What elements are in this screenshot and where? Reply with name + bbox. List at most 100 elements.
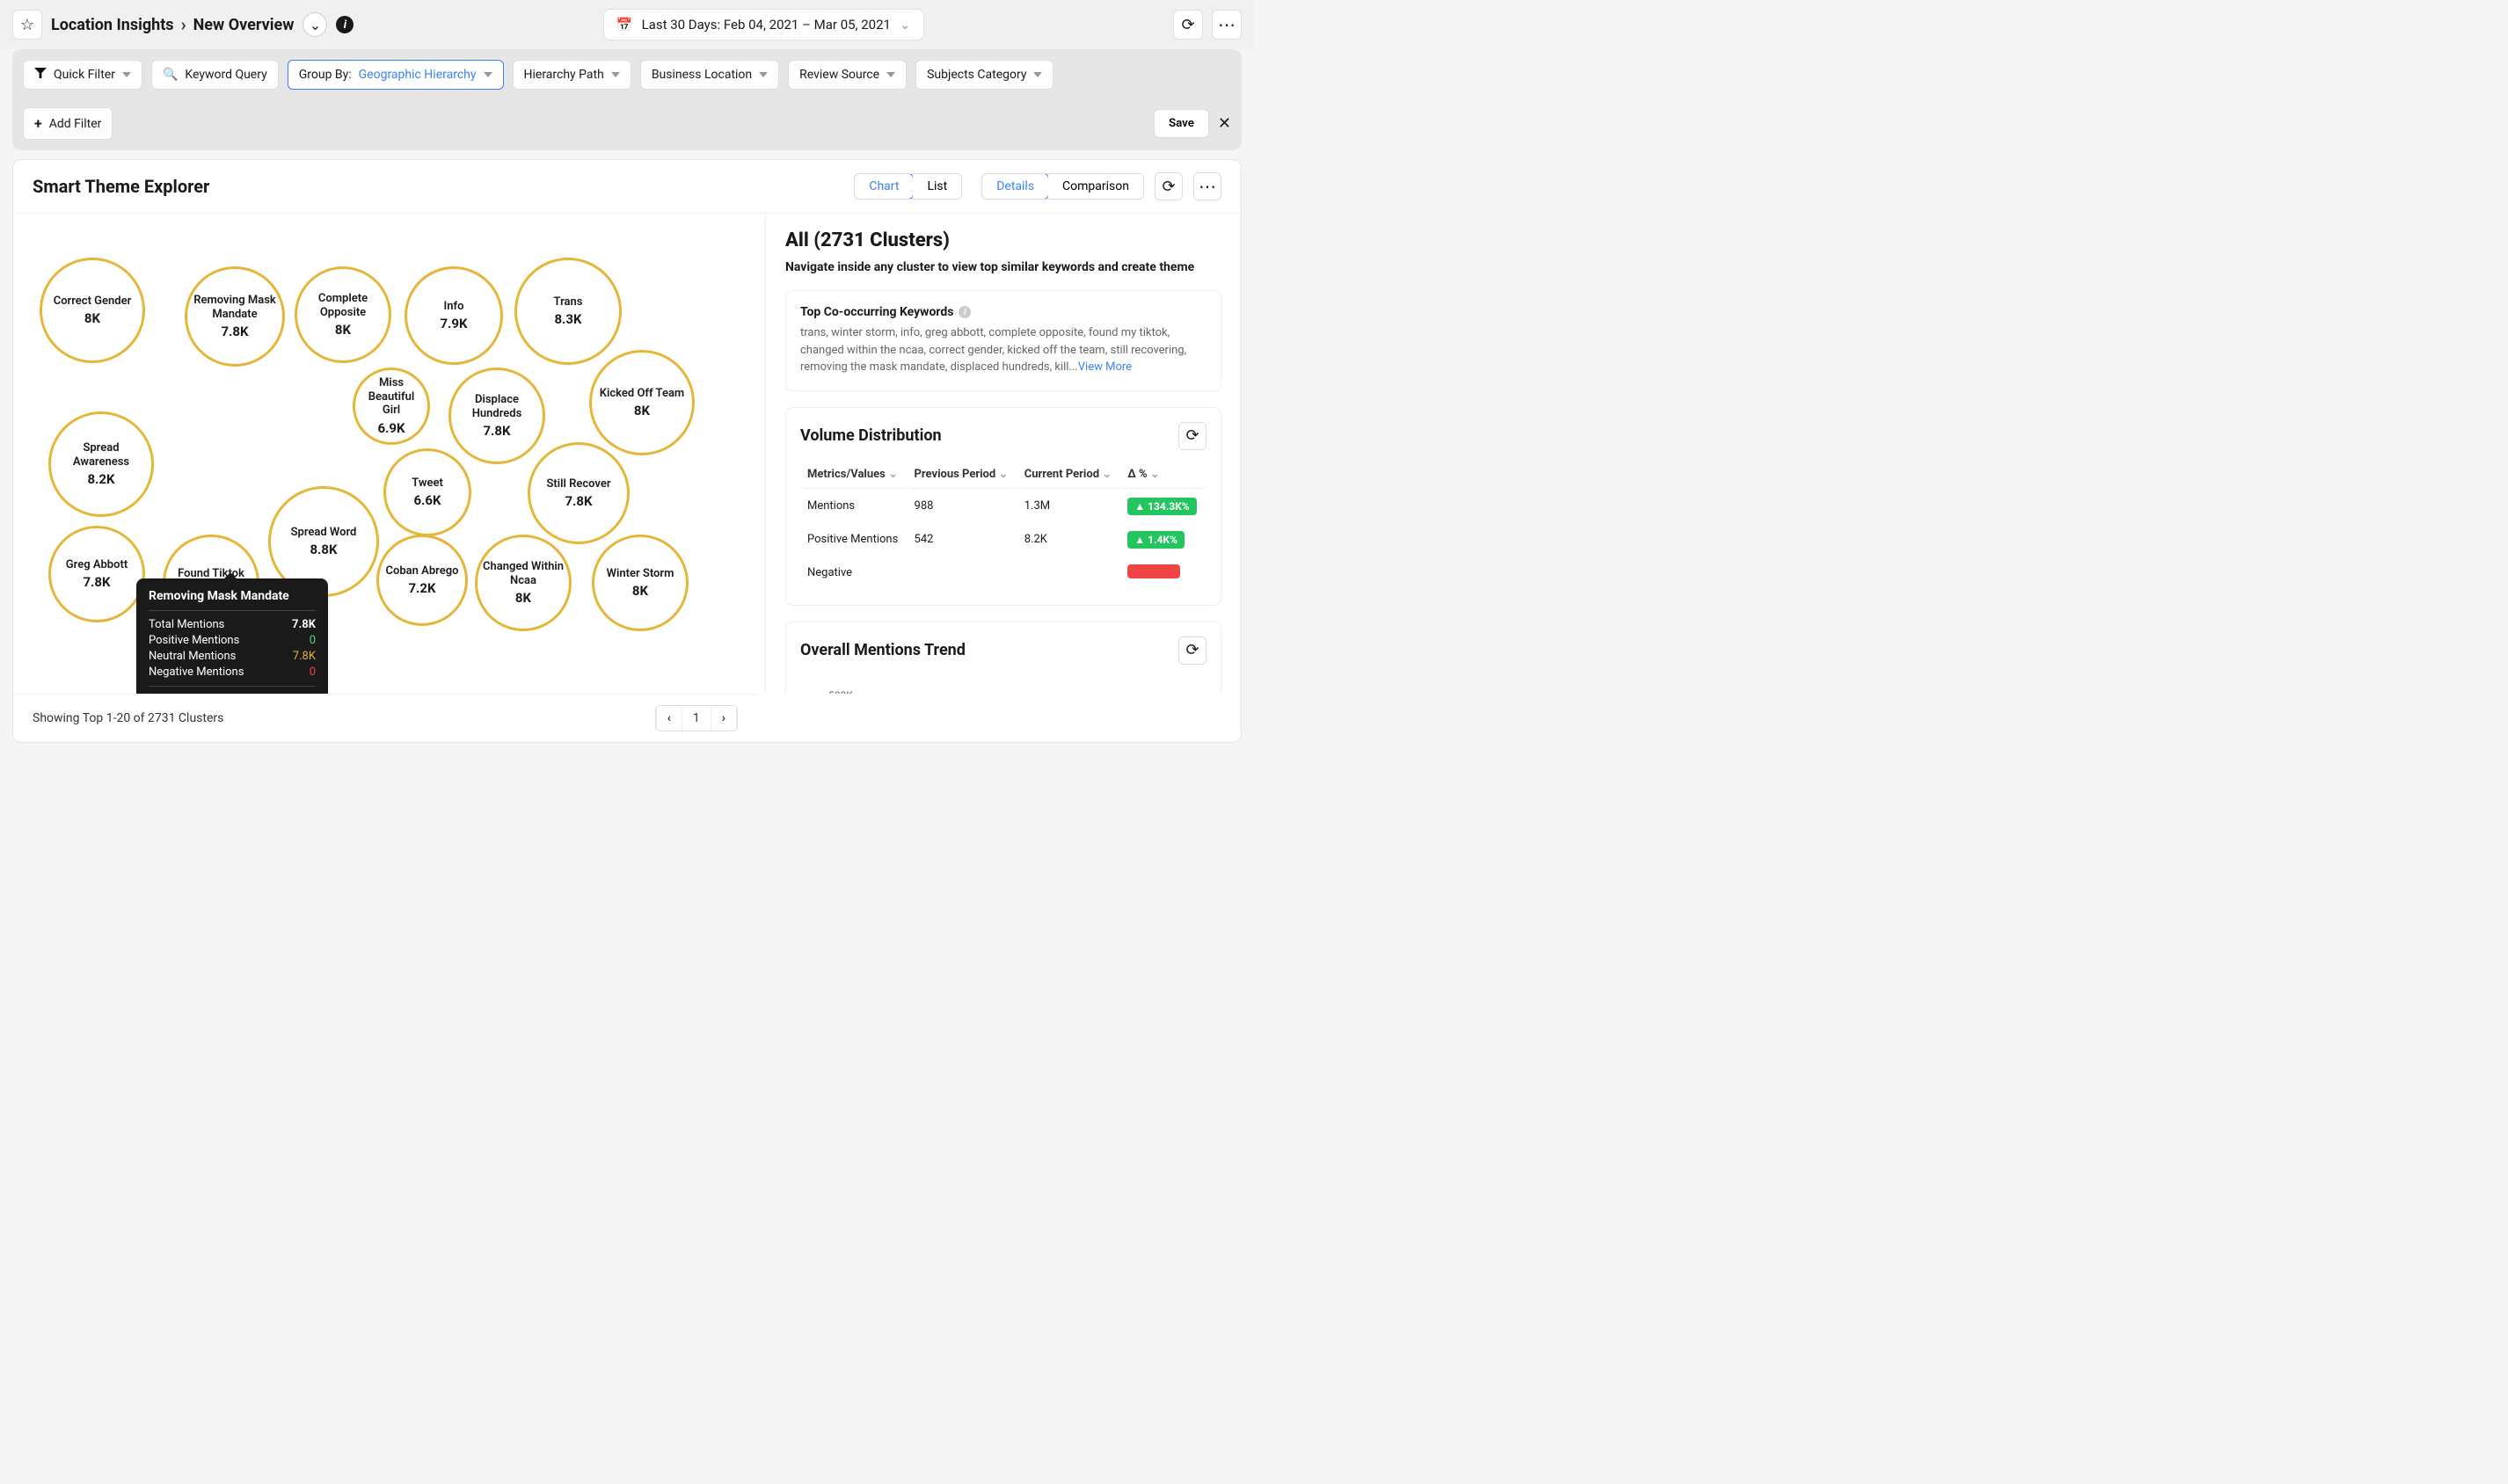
bubble-label: Displace Hundreds: [456, 393, 537, 420]
pager-next-button[interactable]: ›: [711, 706, 737, 731]
group-by-chip[interactable]: Group By: Geographic Hierarchy: [288, 60, 504, 90]
bubble-label: Miss Beautiful Girl: [361, 376, 422, 418]
bubble-value: 6.9K: [377, 420, 405, 436]
save-button[interactable]: Save: [1154, 109, 1209, 138]
refresh-button[interactable]: [1173, 10, 1203, 40]
bubble-value: 8K: [632, 583, 648, 599]
clusters-title: All (2731 Clusters): [785, 229, 1221, 251]
card-title: Smart Theme Explorer: [33, 176, 209, 197]
date-range-selector[interactable]: 📅 Last 30 Days: Feb 04, 2021 – Mar 05, 2…: [603, 9, 924, 40]
cluster-bubble[interactable]: Still Recover7.8K: [528, 442, 630, 544]
cell-delta: ▲ 134.3K%: [1122, 491, 1205, 522]
cluster-bubble[interactable]: Correct Gender8K: [40, 258, 145, 363]
add-filter-button[interactable]: Add Filter: [23, 107, 113, 140]
cluster-bubble[interactable]: Removing Mask Mandate7.8K: [185, 266, 285, 367]
tooltip-pos-label: Positive Mentions: [149, 634, 239, 647]
business-location-chip[interactable]: Business Location: [640, 60, 779, 90]
delta-badge: ▲ 134.3K%: [1127, 498, 1196, 515]
cluster-bubble[interactable]: Trans8.3K: [514, 258, 622, 365]
panel-refresh-button[interactable]: [1155, 172, 1183, 200]
subjects-category-chip[interactable]: Subjects Category: [915, 60, 1054, 90]
trend-refresh-button[interactable]: [1178, 637, 1207, 665]
tooltip-pos-value: 0: [310, 634, 316, 647]
cluster-bubble[interactable]: Winter Storm8K: [592, 535, 689, 631]
pager-prev-button[interactable]: ‹: [656, 706, 682, 731]
volume-header: Volume Distribution: [800, 422, 1207, 450]
bubble-value: 7.8K: [483, 423, 510, 439]
cluster-bubble[interactable]: Displace Hundreds 7.8K: [448, 367, 545, 464]
bubble-value: 6.6K: [413, 492, 441, 508]
breadcrumb-current[interactable]: New Overview: [193, 16, 295, 34]
bubble-value: 7.2K: [408, 580, 435, 596]
bubble-chart[interactable]: Removing Mask Mandate Total Mentions 7.8K…: [13, 214, 766, 694]
cluster-bubble[interactable]: Spread Awareness8.2K: [48, 411, 154, 517]
star-icon: [20, 16, 34, 34]
tooltip-title: Removing Mask Mandate: [149, 589, 316, 611]
quick-filter-chip[interactable]: Quick Filter: [23, 60, 142, 90]
bubble-label: Info: [444, 300, 464, 314]
col-current[interactable]: Current Period ⌄: [1019, 461, 1121, 489]
cluster-bubble[interactable]: Tweet6.6K: [383, 448, 471, 536]
chevron-down-icon: [1033, 72, 1042, 77]
cell-delta: ▲ 1.4K%: [1122, 524, 1205, 556]
favorite-button[interactable]: [12, 10, 42, 40]
bubble-value: 8K: [335, 322, 351, 338]
business-location-label: Business Location: [652, 68, 752, 82]
filter-bar: Quick Filter Keyword Query Group By: Geo…: [12, 49, 1242, 150]
trend-card: Overall Mentions Trend 500K: [785, 622, 1221, 695]
hierarchy-path-chip[interactable]: Hierarchy Path: [513, 60, 631, 90]
card-header: Smart Theme Explorer Chart List Details …: [13, 160, 1241, 214]
cluster-bubble[interactable]: Complete Opposite 8K: [295, 266, 391, 363]
chevron-down-icon: [886, 72, 895, 77]
tooltip-neg-value: 0: [310, 666, 316, 679]
chevron-down-icon: ⌄: [310, 17, 321, 33]
card-footer: Showing Top 1-20 of 2731 Clusters ‹ 1 ›: [13, 694, 757, 742]
info-button[interactable]: i: [336, 16, 354, 33]
bubble-label: Removing Mask Mandate: [193, 294, 277, 321]
cell-prev: [909, 557, 1017, 589]
refresh-icon: [1185, 641, 1199, 659]
cluster-bubble[interactable]: Info7.9K: [405, 266, 503, 365]
close-filters-button[interactable]: ✕: [1218, 114, 1231, 133]
cluster-bubble[interactable]: Greg Abbott7.8K: [48, 526, 145, 622]
cluster-bubble[interactable]: Coban Abrego7.2K: [376, 535, 468, 626]
clusters-subtitle: Navigate inside any cluster to view top …: [785, 260, 1221, 274]
volume-title: Volume Distribution: [800, 426, 942, 445]
view-details-button[interactable]: Details: [981, 173, 1049, 200]
view-more-link[interactable]: View More: [1078, 360, 1132, 374]
info-icon[interactable]: i: [959, 306, 971, 318]
breadcrumb: Location Insights New Overview: [51, 14, 294, 35]
bubble-label: Tweet: [412, 476, 443, 491]
cluster-bubble[interactable]: Kicked Off Team8K: [589, 350, 695, 455]
volume-refresh-button[interactable]: [1178, 422, 1207, 450]
col-previous[interactable]: Previous Period ⌄: [909, 461, 1017, 489]
detail-toggle: Details Comparison: [981, 173, 1144, 200]
col-delta[interactable]: Δ % ⌄: [1122, 461, 1205, 489]
breadcrumb-dropdown[interactable]: ⌄: [303, 12, 327, 37]
more-button[interactable]: [1212, 10, 1242, 40]
view-comparison-button[interactable]: Comparison: [1048, 174, 1143, 199]
tooltip-neg-label: Negative Mentions: [149, 666, 244, 679]
bubble-label: Greg Abbott: [66, 558, 128, 572]
cell-curr: 1.3M: [1019, 491, 1121, 522]
bubble-label: Complete Opposite: [303, 292, 383, 319]
review-source-chip[interactable]: Review Source: [788, 60, 907, 90]
col-metrics[interactable]: Metrics/Values ⌄: [802, 461, 908, 489]
breadcrumb-root[interactable]: Location Insights: [51, 16, 174, 34]
tooltip-total-label: Total Mentions: [149, 618, 224, 631]
refresh-icon: [1162, 178, 1175, 196]
view-list-button[interactable]: List: [913, 174, 961, 199]
panel-more-button[interactable]: [1193, 172, 1221, 200]
plus-icon: [34, 115, 42, 132]
view-chart-button[interactable]: Chart: [854, 173, 914, 200]
cluster-bubble[interactable]: Miss Beautiful Girl 6.9K: [353, 367, 430, 445]
trend-body: 500K: [800, 673, 1207, 695]
volume-table: Metrics/Values ⌄ Previous Period ⌄ Curre…: [800, 459, 1207, 591]
keywords-body: trans, winter storm, info, greg abbott, …: [800, 324, 1207, 376]
cluster-bubble[interactable]: Changed Within Ncaa8K: [475, 535, 572, 631]
bubble-value: 8.8K: [310, 542, 337, 557]
keyword-query-chip[interactable]: Keyword Query: [151, 60, 279, 90]
tooltip-total-value: 7.8K: [292, 618, 316, 631]
table-row: Positive Mentions5428.2K▲ 1.4K%: [802, 524, 1205, 556]
chevron-down-icon: [122, 72, 131, 77]
